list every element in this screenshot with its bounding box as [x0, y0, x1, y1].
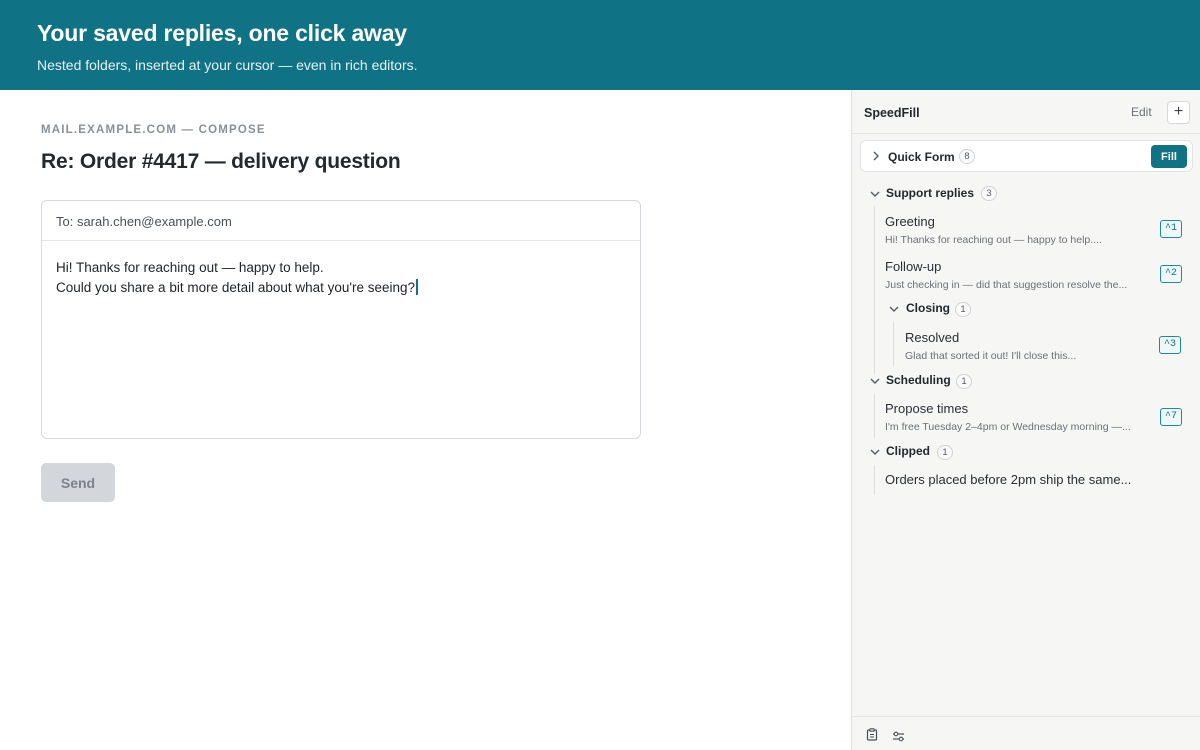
shortcut-badge: ^1: [1160, 220, 1183, 238]
send-button[interactable]: Send: [41, 463, 115, 502]
subfolder-thread-line: [893, 322, 894, 366]
snippet-preview: Glad that sorted it out! I'll close this…: [905, 350, 1077, 362]
folder-thread-line: [874, 465, 875, 495]
folder-support-replies[interactable]: Support replies: [886, 186, 974, 200]
add-snippet-button[interactable]: +: [1167, 101, 1190, 124]
shortcut-badge: ^2: [1160, 265, 1183, 283]
message-body-editor[interactable]: Hi! Thanks for reaching out — happy to h…: [42, 241, 640, 298]
banner-title: Your saved replies, one click away: [37, 20, 407, 46]
folder-count-badge: 3: [981, 186, 997, 201]
email-subject: Re: Order #4417 — delivery question: [41, 150, 401, 173]
shortcut-badge: ^7: [1160, 408, 1183, 426]
sliders-icon[interactable]: [892, 729, 905, 747]
chevron-down-icon[interactable]: [870, 448, 880, 459]
quick-form-row[interactable]: Quick Form 8 Fill: [860, 140, 1193, 172]
snippet-title: Resolved: [905, 330, 960, 345]
chevron-down-icon[interactable]: [870, 190, 880, 201]
snippet-preview: Hi! Thanks for reaching out — happy to h…: [885, 234, 1102, 246]
clipboard-icon[interactable]: [866, 728, 878, 746]
body-line: Could you share a bit more detail about …: [56, 280, 416, 295]
fill-button[interactable]: Fill: [1151, 145, 1187, 168]
text-cursor: [416, 279, 418, 295]
folder-thread-line: [874, 394, 875, 438]
snippet-preview: Just checking in — did that suggestion r…: [885, 279, 1128, 291]
compose-eyebrow: MAIL.EXAMPLE.COM — COMPOSE: [41, 124, 266, 136]
hero-banner: Your saved replies, one click away Neste…: [0, 0, 1200, 90]
sidebar-title: SpeedFill: [864, 106, 920, 120]
to-field[interactable]: To: sarah.chen@example.com: [42, 201, 640, 241]
folder-count-badge: 1: [956, 374, 972, 389]
folder-closing[interactable]: Closing: [906, 301, 950, 315]
snippet-title: Follow-up: [885, 259, 942, 274]
quick-form-label: Quick Form: [888, 150, 955, 164]
compose-card: To: sarah.chen@example.com Hi! Thanks fo…: [41, 200, 641, 439]
folder-scheduling[interactable]: Scheduling: [886, 373, 951, 387]
folder-clipped[interactable]: Clipped: [886, 444, 930, 458]
body-line: Hi! Thanks for reaching out — happy to h…: [56, 260, 324, 275]
quick-form-count-badge: 8: [959, 149, 975, 164]
snippet-title: Propose times: [885, 401, 969, 416]
chevron-down-icon[interactable]: [889, 305, 899, 316]
snippet-preview: I'm free Tuesday 2–4pm or Wednesday morn…: [885, 421, 1131, 433]
edit-button[interactable]: Edit: [1131, 105, 1152, 119]
sidebar-footer: [852, 716, 1200, 750]
speedfill-sidebar: SpeedFill Edit + Quick Form 8 Fill Suppo…: [851, 90, 1200, 750]
folder-count-badge: 1: [955, 302, 971, 317]
folder-count-badge: 1: [937, 445, 953, 460]
chevron-down-icon[interactable]: [870, 377, 880, 388]
snippet-title: Greeting: [885, 214, 935, 229]
folder-thread-line: [874, 206, 875, 374]
shortcut-badge: ^3: [1159, 336, 1182, 354]
sidebar-header: SpeedFill Edit +: [852, 90, 1200, 134]
snippet-title: Orders placed before 2pm ship the same..…: [885, 472, 1132, 487]
body-line-with-caret: Could you share a bit more detail about …: [56, 278, 626, 298]
chevron-right-icon[interactable]: [872, 151, 880, 164]
banner-subtitle: Nested folders, inserted at your cursor …: [37, 57, 418, 73]
to-field-text: To: sarah.chen@example.com: [56, 214, 232, 229]
